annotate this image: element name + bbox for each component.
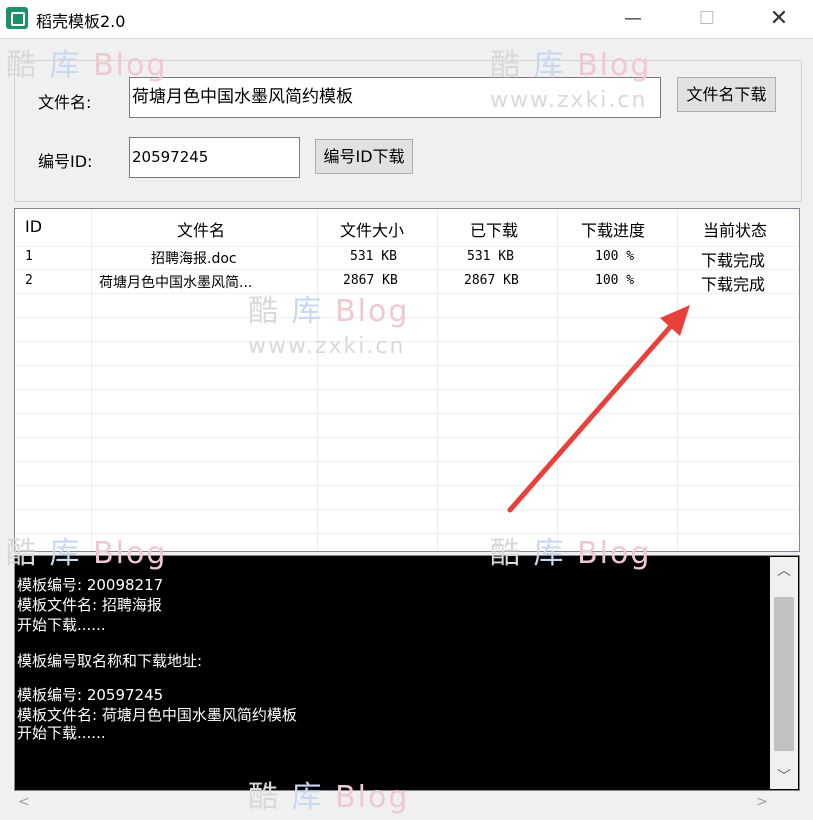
annotation-arrow bbox=[507, 305, 690, 513]
